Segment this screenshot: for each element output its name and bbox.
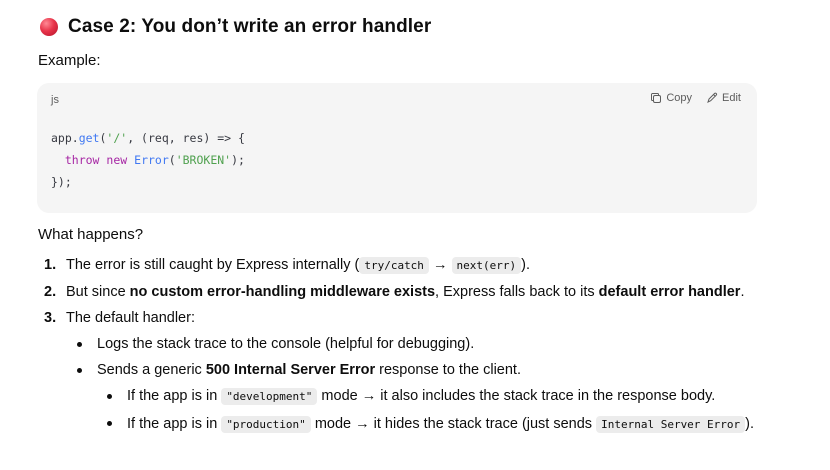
list-item: 2. But since no custom error-handling mi… (38, 279, 818, 305)
code-line-1: app.get('/', (req, res) => { (51, 131, 245, 145)
inline-code: try/catch (359, 257, 429, 274)
what-happens-label: What happens? (38, 226, 144, 243)
bullet-text: Logs the stack trace to the console (hel… (97, 336, 475, 352)
bullet-text: response to the client. (375, 362, 521, 378)
code-line-3: }); (51, 175, 72, 189)
bullet-item: If the app is in "production" mode → it … (98, 410, 818, 439)
step-text: But since (66, 284, 130, 300)
section-heading: Case 2: You don’t write an error handler (40, 16, 431, 38)
bullet-item: Logs the stack trace to the console (hel… (68, 331, 818, 357)
bold-text: default error handler (598, 284, 741, 300)
copy-button[interactable]: Copy (650, 92, 692, 104)
bullet-text: Sends a generic (97, 362, 206, 378)
step-text: , Express falls back to its (435, 284, 599, 300)
inline-code: next(err) (451, 257, 522, 274)
inline-code: Internal Server Error (596, 416, 746, 433)
bullet-item: If the app is in "development" mode → it… (98, 383, 818, 410)
bullet-text: ). (745, 416, 755, 432)
list-item: 1. The error is still caught by Express … (38, 252, 818, 279)
code-block: js Copy Edit app.get('/', (req, res) => … (37, 83, 757, 213)
example-label: Example: (38, 52, 101, 69)
step-text: ). (521, 257, 530, 273)
code-line-2: throw new Error('BROKEN'); (64, 153, 245, 167)
step-text: The default handler: (66, 310, 195, 326)
step-text: → (428, 257, 452, 273)
list-item: 3. The default handler: (38, 305, 818, 331)
bullet-item: Sends a generic 500 Internal Server Erro… (68, 357, 818, 383)
step-number: 1. (44, 257, 57, 273)
edit-button[interactable]: Edit (706, 92, 741, 104)
code-content: app.get('/', (req, res) => { throw new E… (51, 127, 245, 193)
step-text: The error is still caught by Express int… (66, 257, 360, 273)
edit-label: Edit (722, 92, 741, 104)
bullet-text: If the app is in (127, 416, 222, 432)
sub-list: Logs the stack trace to the console (hel… (38, 331, 818, 439)
steps-list: 1. The error is still caught by Express … (38, 252, 818, 439)
bold-text: 500 Internal Server Error (205, 362, 376, 378)
step-text: . (740, 284, 745, 300)
pencil-icon (707, 92, 718, 103)
copy-icon (651, 93, 662, 103)
nested-list: If the app is in "development" mode → it… (68, 383, 818, 439)
inline-code: "development" (221, 388, 318, 405)
copy-label: Copy (666, 92, 693, 104)
red-circle-icon (40, 18, 58, 36)
step-number: 3. (44, 310, 57, 326)
inline-code: "production" (221, 416, 311, 433)
bullet-text: If the app is in (127, 388, 222, 404)
heading-title: Case 2: You don’t write an error handler (68, 16, 432, 37)
bold-text: no custom error-handling middleware exis… (129, 284, 436, 300)
bullet-text: mode → it also includes the stack trace … (317, 388, 716, 404)
code-language-label: js (51, 94, 59, 106)
step-number: 2. (44, 284, 57, 300)
bullet-text: mode → it hides the stack trace (just se… (310, 416, 597, 432)
code-actions: Copy Edit (650, 92, 741, 104)
